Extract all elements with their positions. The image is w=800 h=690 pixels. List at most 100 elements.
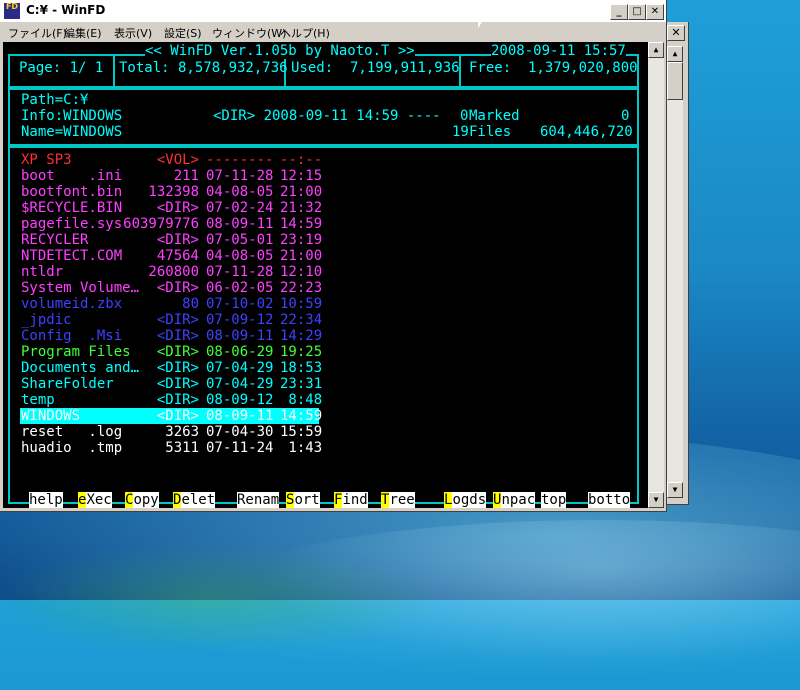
app-icon: FD [4, 3, 20, 19]
file-time: --:-- [280, 152, 323, 168]
file-size: 211 [173, 168, 199, 184]
file-size: <DIR> [156, 376, 199, 392]
fkey-5[interactable]: Renam [237, 492, 280, 508]
file-name: WINDOWS [21, 408, 81, 424]
file-name: System Volume… [21, 280, 140, 296]
menu-bar: ファイル(F) 編集(E) 表示(V) 設定(S) ウィンドウ(W) ヘルプ(H… [0, 22, 666, 42]
file-date: 07-11-28 [206, 168, 274, 184]
file-name: reset .log [21, 424, 123, 440]
menu-edit[interactable]: 編集(E) [64, 25, 102, 41]
bg-scroll-up-icon[interactable]: ▲ [667, 46, 683, 62]
fkey-label: ort [294, 492, 320, 508]
info-line: Info:WINDOWS [21, 108, 123, 124]
fkey-6[interactable]: Sort [286, 492, 320, 508]
fd-console[interactable]: << WinFD Ver.1.05b by Naoto.T >> 2008-09… [3, 42, 648, 508]
menu-window[interactable]: ウィンドウ(W) [212, 25, 286, 41]
menu-view[interactable]: 表示(V) [114, 25, 152, 41]
fkey-label: top [541, 492, 567, 508]
fkey-label: ind [342, 492, 368, 508]
file-name: huadio .tmp [21, 440, 123, 456]
file-size: <DIR> [156, 280, 199, 296]
files-count: 19 [452, 124, 469, 140]
maximize-button[interactable]: □ [628, 4, 646, 20]
file-date: 08-06-29 [206, 344, 274, 360]
file-name: _jpdic [21, 312, 72, 328]
disk-free: Free: 1,379,020,800 [469, 60, 638, 76]
fkey-11[interactable]: top [541, 492, 567, 508]
file-time: 12:10 [280, 264, 323, 280]
files-size: 604,446,720 [540, 124, 633, 140]
fkey-label: Xec [86, 492, 112, 508]
file-date: -------- [206, 152, 274, 168]
bg-scroll-down-icon[interactable]: ▼ [667, 482, 683, 498]
fkey-label: ogds [452, 492, 487, 508]
bg-scroll-thumb[interactable] [667, 62, 683, 100]
fkey-label: elet [181, 492, 216, 508]
file-time: 22:34 [280, 312, 323, 328]
fkey-9[interactable]: Logds [444, 492, 487, 508]
menu-help[interactable]: ヘルプ(H) [280, 25, 330, 41]
fkey-2[interactable]: eXec [78, 492, 112, 508]
file-date: 08-09-11 [206, 216, 274, 232]
file-name: pagefile.sys [21, 216, 123, 232]
file-name: temp [21, 392, 55, 408]
file-time: 15:59 [280, 424, 323, 440]
menu-file[interactable]: ファイル(F) [8, 25, 67, 41]
file-name: volumeid.zbx [21, 296, 123, 312]
file-name: RECYCLER [21, 232, 89, 248]
file-size: <DIR> [156, 200, 199, 216]
winfd-window: FD C:¥ - WinFD _ □ ✕ ファイル(F) 編集(E) 表示(V)… [0, 0, 667, 512]
fkey-label: botto [588, 492, 631, 508]
bg-scrollbar[interactable]: ▲ ▼ [667, 46, 683, 498]
info-detail: <DIR> 2008-09-11 14:59 ---- [213, 108, 441, 124]
fkey-4[interactable]: Delet [173, 492, 216, 508]
file-size: 47564 [156, 248, 199, 264]
fkey-10[interactable]: Unpac [493, 492, 536, 508]
file-name: bootfont.bin [21, 184, 123, 200]
file-size: 3263 [165, 424, 199, 440]
window-title: C:¥ - WinFD [26, 3, 106, 17]
file-size: 260800 [148, 264, 199, 280]
file-size: 5311 [165, 440, 199, 456]
file-size: 80 [182, 296, 199, 312]
file-time: 18:53 [280, 360, 323, 376]
file-name: XP SP3 [21, 152, 72, 168]
file-size: <DIR> [156, 312, 199, 328]
fkey-label: ree [389, 492, 415, 508]
fkey-8[interactable]: Tree [381, 492, 415, 508]
version-banner: << WinFD Ver.1.05b by Naoto.T >> [145, 43, 415, 59]
fkey-7[interactable]: Find [334, 492, 368, 508]
close-button[interactable]: ✕ [646, 4, 664, 20]
file-name: Documents and… [21, 360, 140, 376]
scroll-down-icon[interactable]: ▼ [648, 492, 664, 508]
file-date: 08-09-11 [206, 408, 274, 424]
file-name: Config .Msi [21, 328, 123, 344]
file-time: 21:00 [280, 248, 323, 264]
file-date: 07-04-30 [206, 424, 274, 440]
file-name: $RECYCLE.BIN [21, 200, 123, 216]
file-time: 14:59 [280, 216, 323, 232]
file-date: 07-04-29 [206, 360, 274, 376]
fkey-1[interactable]: help [29, 492, 63, 508]
file-name: ntldr [21, 264, 64, 280]
file-time: 23:31 [280, 376, 323, 392]
scroll-up-icon[interactable]: ▲ [648, 42, 664, 58]
path-line: Path=C:¥ [21, 92, 89, 108]
name-line: Name=WINDOWS [21, 124, 123, 140]
menu-settings[interactable]: 設定(S) [164, 25, 202, 41]
files-label: Files [469, 124, 512, 140]
title-bar[interactable]: FD C:¥ - WinFD _ □ ✕ [0, 0, 666, 22]
file-date: 04-08-05 [206, 248, 274, 264]
page-indicator: Page: 1/ 1 [19, 60, 104, 76]
file-size: <DIR> [156, 344, 199, 360]
datetime: 2008-09-11 15:57 [491, 43, 626, 59]
marked-label: Marked [469, 108, 520, 124]
fkey-3[interactable]: Copy [125, 492, 159, 508]
fkey-label: Renam [237, 492, 280, 508]
bg-close-button[interactable]: ✕ [667, 25, 685, 41]
file-size: 132398 [148, 184, 199, 200]
fkey-12[interactable]: botto [588, 492, 631, 508]
minimize-button[interactable]: _ [610, 4, 628, 20]
console-scrollbar[interactable]: ▲ ▼ [648, 42, 664, 508]
file-time: 10:59 [280, 296, 323, 312]
